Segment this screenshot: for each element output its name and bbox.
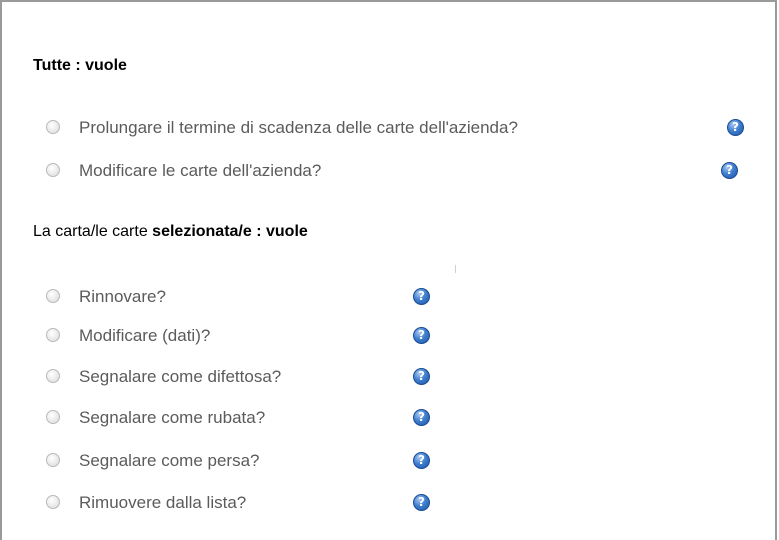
option-label: Modificare (dati)? (79, 326, 211, 345)
modify-data-radio[interactable] (46, 328, 60, 342)
option-label: Rinnovare? (79, 287, 166, 306)
help-icon[interactable]: ? (413, 288, 430, 305)
section-all-heading-text: Tutte : vuole (33, 57, 127, 74)
renew-radio[interactable] (46, 289, 60, 303)
report-lost-radio[interactable] (46, 453, 60, 467)
help-icon[interactable]: ? (413, 494, 430, 511)
section-selected-heading-prefix: La carta/le carte (33, 223, 153, 240)
help-icon[interactable]: ? (413, 368, 430, 385)
help-icon[interactable]: ? (413, 452, 430, 469)
report-stolen-radio[interactable] (46, 410, 60, 424)
option-label: Prolungare il termine di scadenza delle … (79, 118, 518, 137)
help-icon[interactable]: ? (721, 162, 738, 179)
help-icon[interactable]: ? (727, 119, 744, 136)
section-all-heading: Tutte : vuole (33, 57, 127, 75)
option-label: Segnalare come persa? (79, 451, 260, 470)
remove-from-list-radio[interactable] (46, 495, 60, 509)
modify-company-cards-radio[interactable] (46, 163, 60, 177)
extend-expiry-radio[interactable] (46, 120, 60, 134)
report-defective-radio[interactable] (46, 369, 60, 383)
help-icon[interactable]: ? (413, 409, 430, 426)
help-icon[interactable]: ? (413, 327, 430, 344)
section-selected-heading: La carta/le carte selezionata/e : vuole (33, 223, 308, 241)
option-label: Rimuovere dalla lista? (79, 493, 247, 512)
option-label: Segnalare come rubata? (79, 408, 266, 427)
section-selected-heading-bold: selezionata/e : vuole (152, 223, 308, 240)
divider-tick (455, 265, 456, 273)
option-label: Segnalare come difettosa? (79, 367, 282, 386)
option-label: Modificare le carte dell'azienda? (79, 161, 322, 180)
